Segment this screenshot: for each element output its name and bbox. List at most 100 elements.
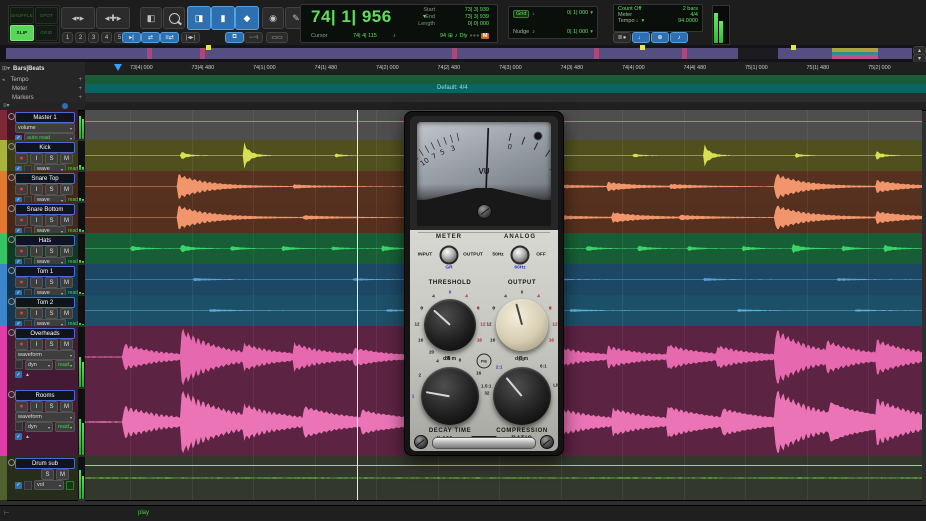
- track-color-strip[interactable]: [0, 140, 7, 171]
- track-name[interactable]: Snare Bottom: [15, 204, 75, 215]
- selector-tool-button[interactable]: ▮: [211, 6, 235, 30]
- track-name[interactable]: Kick: [15, 142, 75, 153]
- track-i-button[interactable]: I: [30, 277, 43, 288]
- track-enable-checkbox[interactable]: ✓: [15, 371, 22, 378]
- vertical-zoom-buttons[interactable]: ◂✚▸: [96, 7, 130, 29]
- meter-switch[interactable]: [440, 246, 459, 265]
- track-name[interactable]: Master 1: [15, 112, 75, 123]
- tempo-ruler-label[interactable]: ◂ Tempo +: [0, 75, 85, 84]
- zoom-preset-4[interactable]: 4: [101, 32, 112, 43]
- playhead-cursor[interactable]: [357, 110, 358, 500]
- dyn-selector[interactable]: dyn▾: [25, 360, 53, 370]
- track-record-button[interactable]: ●: [15, 215, 28, 226]
- tempo-expand-icon[interactable]: ◂: [2, 77, 5, 83]
- track-s-button[interactable]: S: [45, 277, 58, 288]
- selection-length-value[interactable]: 0| 0| 000: [468, 21, 489, 28]
- grid-value[interactable]: 0| 1| 000: [567, 10, 588, 16]
- timeline-insertion-icon[interactable]: ⊞: [448, 33, 453, 39]
- track-name[interactable]: Tom 1: [15, 266, 75, 277]
- insertion-follows-playback-button[interactable]: |◂▸|: [181, 32, 200, 43]
- selection-end-value[interactable]: 73| 3| 939: [465, 14, 489, 21]
- track-m-button[interactable]: M: [60, 401, 73, 412]
- midi-merge-button[interactable]: ⊕: [651, 32, 669, 43]
- track-m-button[interactable]: M: [60, 215, 73, 226]
- main-counter-value[interactable]: 74| 1| 956: [311, 7, 392, 27]
- track-s-button[interactable]: S: [41, 469, 54, 480]
- automation-follows-edit-button[interactable]: −⊣: [244, 32, 263, 43]
- ruler-view-icon[interactable]: ⊞▾: [2, 65, 10, 72]
- universe-overview[interactable]: ▴ ▾: [0, 45, 926, 62]
- delay-compensation-label[interactable]: Dly: [459, 33, 467, 39]
- track-view-selector[interactable]: vol▾: [34, 480, 64, 490]
- track-options-icon[interactable]: [8, 205, 15, 212]
- track-options-icon[interactable]: [8, 267, 15, 274]
- decay-time-knob[interactable]: [421, 367, 479, 425]
- track-record-button[interactable]: ●: [15, 277, 28, 288]
- track-i-button[interactable]: I: [30, 153, 43, 164]
- tab-to-transient-button[interactable]: ▸|: [122, 32, 141, 43]
- track-enable-checkbox[interactable]: ✓: [15, 482, 22, 489]
- nudge-label[interactable]: Nudge: [513, 29, 529, 35]
- trim-tool-button[interactable]: ◨: [187, 6, 211, 30]
- track-options-icon[interactable]: [8, 113, 15, 120]
- track-options-icon[interactable]: [8, 174, 15, 181]
- mode-grid-button[interactable]: GRID: [35, 25, 58, 42]
- track-options-icon[interactable]: [8, 236, 15, 243]
- track-list-menu-icon[interactable]: ≡▾: [3, 102, 10, 109]
- track-m-button[interactable]: M: [60, 184, 73, 195]
- meter-default-value[interactable]: Default: 4/4: [437, 85, 468, 91]
- add-meter-icon[interactable]: +: [78, 86, 82, 92]
- playlist-icon[interactable]: [15, 360, 23, 369]
- collapse-icon[interactable]: ▲: [25, 434, 30, 440]
- track-i-button[interactable]: I: [30, 401, 43, 412]
- track-enable-checkbox[interactable]: ✓: [15, 433, 22, 440]
- collapse-icon[interactable]: ▲: [25, 372, 30, 378]
- track-view-selector[interactable]: waveform▾: [15, 350, 75, 360]
- track-name[interactable]: Overheads: [15, 328, 75, 339]
- track-options-icon[interactable]: [8, 143, 15, 150]
- freeze-icon[interactable]: [24, 481, 32, 490]
- midi-merge-icon[interactable]: ♪: [455, 33, 458, 39]
- track-i-button[interactable]: I: [30, 308, 43, 319]
- master-volume-selector[interactable]: volume▾: [15, 123, 75, 133]
- analog-switch[interactable]: [511, 246, 530, 265]
- track-color-strip[interactable]: [0, 233, 7, 264]
- track-s-button[interactable]: S: [45, 215, 58, 226]
- track-i-button[interactable]: I: [30, 184, 43, 195]
- track-name[interactable]: Drum sub: [15, 458, 75, 469]
- track-color-strip[interactable]: [0, 110, 7, 140]
- meter-ruler-label[interactable]: Meter +: [0, 84, 85, 93]
- track-color-strip[interactable]: [0, 326, 7, 388]
- track-s-button[interactable]: S: [45, 184, 58, 195]
- track-s-button[interactable]: S: [45, 339, 58, 350]
- countoff-options-button[interactable]: ≣●: [613, 32, 631, 43]
- zoom-tool-button[interactable]: [163, 7, 185, 29]
- nudge-dropdown-icon[interactable]: ▾: [590, 29, 593, 35]
- track-m-button[interactable]: M: [60, 308, 73, 319]
- track-record-button[interactable]: ●: [15, 153, 28, 164]
- track-name[interactable]: Tom 2: [15, 297, 75, 308]
- link-timeline-edit-button[interactable]: ≡⇄: [160, 32, 179, 43]
- edit-group-icon[interactable]: [62, 103, 68, 109]
- track-i-button[interactable]: I: [30, 246, 43, 257]
- mute-indicator-badge[interactable]: M: [481, 33, 489, 39]
- track-options-icon[interactable]: [8, 329, 15, 336]
- nudge-note-icon[interactable]: ♪: [532, 29, 535, 35]
- track-color-strip[interactable]: [0, 295, 7, 326]
- bars-beats-ruler[interactable]: 73|4| 00073|4| 48074|1| 00074|1| 48074|2…: [85, 62, 926, 76]
- compression-ratio-knob[interactable]: [493, 367, 551, 425]
- scrubber-tool-button[interactable]: ◉: [262, 7, 284, 29]
- track-lane[interactable]: [85, 456, 922, 501]
- track-options-icon[interactable]: [8, 298, 15, 305]
- playlist-icon[interactable]: [15, 422, 23, 431]
- grabber-tool-button[interactable]: ◆: [235, 6, 259, 30]
- track-name[interactable]: Snare Top: [15, 173, 75, 184]
- track-options-icon[interactable]: [8, 391, 15, 398]
- track-record-button[interactable]: ●: [15, 339, 28, 350]
- automation-line[interactable]: [85, 465, 922, 466]
- conductor-button[interactable]: ♪: [670, 32, 688, 43]
- track-m-button[interactable]: M: [60, 339, 73, 350]
- track-i-button[interactable]: I: [30, 215, 43, 226]
- grid-label[interactable]: Grid: [513, 10, 529, 18]
- track-m-button[interactable]: M: [60, 153, 73, 164]
